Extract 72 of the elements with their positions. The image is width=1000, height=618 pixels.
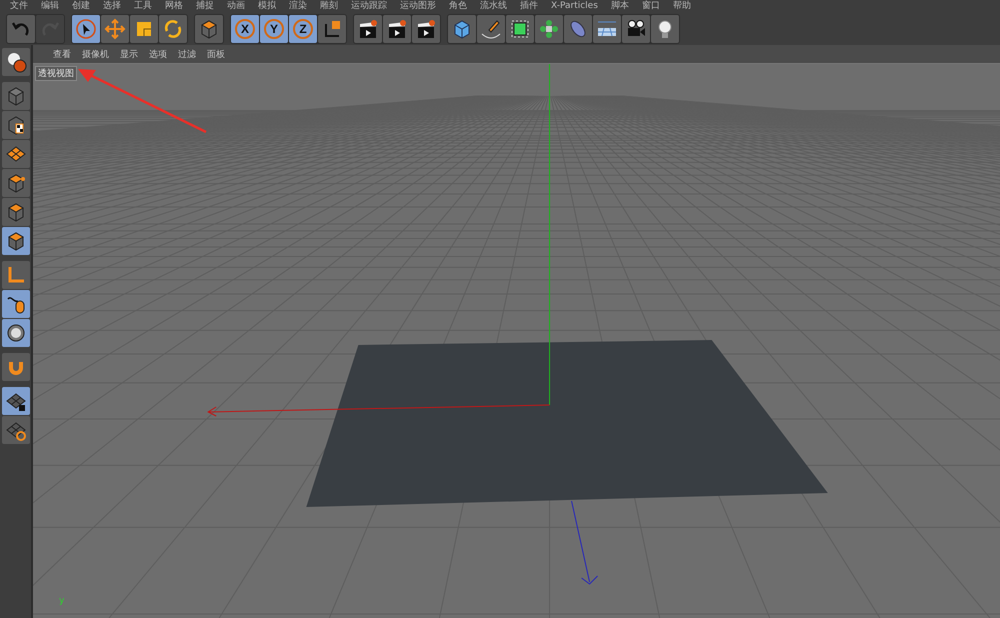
menu-item[interactable]: 编辑: [41, 1, 59, 12]
menu-item[interactable]: 模拟: [258, 1, 276, 12]
menu-item[interactable]: 捕捉: [196, 1, 214, 12]
coords-tool-button[interactable]: [318, 15, 346, 43]
menu-item[interactable]: 运动图形: [400, 1, 436, 12]
modeler-mode-button[interactable]: [2, 48, 30, 76]
axis-label: y: [59, 596, 64, 606]
menu-item[interactable]: 窗口: [642, 1, 660, 12]
workplane-mode-button[interactable]: [2, 416, 30, 444]
cloner-tool-button[interactable]: [535, 15, 563, 43]
render-tool-button[interactable]: [354, 15, 382, 43]
polygons-mode-button[interactable]: [2, 227, 30, 255]
menu-item[interactable]: X-Particles: [551, 1, 598, 12]
viewport-canvas[interactable]: 透视视图 y: [33, 64, 1000, 618]
menu-item[interactable]: 动画: [227, 1, 245, 12]
points-mode-button[interactable]: [2, 169, 30, 197]
menu-item[interactable]: 运动跟踪: [351, 1, 387, 12]
axis-tool-button[interactable]: X: [231, 15, 259, 43]
subdivide-tool-button[interactable]: [506, 15, 534, 43]
axis-mode-button[interactable]: [2, 261, 30, 289]
camera-tool-button[interactable]: [622, 15, 650, 43]
deformer-tool-button[interactable]: [564, 15, 592, 43]
pen-icon: [480, 18, 502, 40]
menu-item[interactable]: 角色: [449, 1, 467, 12]
render-tool-button[interactable]: [412, 15, 440, 43]
menu-item[interactable]: 工具: [134, 1, 152, 12]
grid-mode-button[interactable]: [2, 140, 30, 168]
texture-mode-button[interactable]: [2, 111, 30, 139]
render-tool-button[interactable]: [383, 15, 411, 43]
undo-tool-button[interactable]: [7, 15, 35, 43]
view-label: 透视视图: [35, 66, 77, 81]
menu-item[interactable]: 创建: [72, 1, 90, 12]
move-icon: [104, 18, 126, 40]
floor-tool-button[interactable]: [593, 15, 621, 43]
menu-item[interactable]: 文件: [10, 1, 28, 12]
menu-item[interactable]: 脚本: [610, 1, 629, 12]
axis-tool-button[interactable]: Y: [260, 15, 288, 43]
axis-tool-button[interactable]: Z: [289, 15, 317, 43]
pen-tool-button[interactable]: [477, 15, 505, 43]
axis-letter: X: [235, 19, 255, 39]
menu-item[interactable]: 选择: [103, 1, 121, 12]
viewport-menu-item[interactable]: 过滤: [178, 48, 196, 60]
render-icon: [415, 18, 437, 40]
cloner-icon: [538, 18, 560, 40]
scale-tool-button[interactable]: [130, 15, 158, 43]
render-icon: [357, 18, 379, 40]
viewport-menu-item[interactable]: 显示: [120, 48, 138, 60]
axis-letter: Y: [264, 19, 284, 39]
menu-item[interactable]: 渲染: [289, 1, 307, 12]
axis-letter: Z: [293, 19, 313, 39]
tweak-mode-button[interactable]: [2, 290, 30, 318]
model-mode-button[interactable]: [2, 82, 30, 110]
snap-mode-button[interactable]: [2, 319, 30, 347]
viewport-menu-item[interactable]: 面板: [207, 48, 225, 60]
render-icon: [386, 18, 408, 40]
rotate-icon: [162, 18, 184, 40]
select-tool-button[interactable]: [72, 15, 100, 43]
menu-item[interactable]: 帮助: [672, 1, 691, 12]
menu-item[interactable]: 雕刻: [320, 1, 338, 12]
rotate-tool-button[interactable]: [159, 15, 187, 43]
magnet-mode-button[interactable]: [2, 353, 30, 381]
menu-item[interactable]: 网格: [165, 1, 183, 12]
light-tool-button[interactable]: [651, 15, 679, 43]
lockgrid-mode-button[interactable]: [2, 387, 30, 415]
select-icon: [75, 18, 97, 40]
viewport-menu-item[interactable]: 摄像机: [82, 48, 109, 60]
edges-mode-button[interactable]: [2, 198, 30, 226]
viewport-menu-item[interactable]: 查看: [53, 48, 71, 60]
menu-item[interactable]: 流水线: [480, 1, 507, 12]
cube-tool-button[interactable]: [448, 15, 476, 43]
viewport-menu-item[interactable]: 选项: [149, 48, 167, 60]
menu-item[interactable]: 插件: [520, 1, 538, 12]
